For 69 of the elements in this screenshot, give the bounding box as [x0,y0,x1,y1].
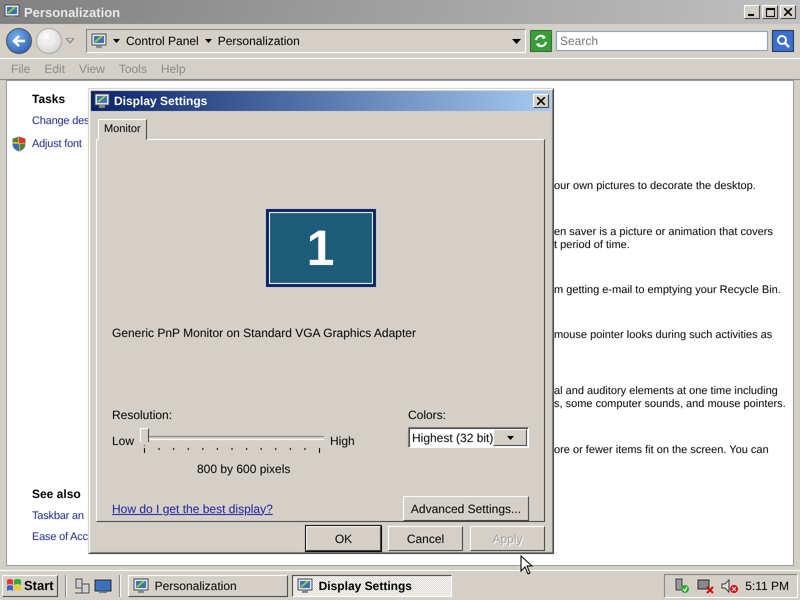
description-text: s, some computer sounds, and mouse pointers. [554,398,787,411]
maximize-icon [766,8,774,16]
desktop-icon[interactable] [94,578,112,594]
window-icon [4,4,20,20]
tab[interactable]: Monitor [98,119,147,140]
refresh-button[interactable] [530,30,552,52]
advanced-settings-button[interactable]: Advanced Settings... [402,496,529,521]
display-icon [94,93,110,109]
safely-remove-icon[interactable] [673,578,692,594]
high-label: High [330,434,355,448]
description-text: ore or fewer items fit on the screen. You can [554,444,770,457]
resolution-value: 800 by 600 pixels [197,462,292,476]
caret-icon[interactable] [113,39,120,43]
dialog-title: Display Settings [114,94,208,108]
description-text: t period of time. [554,239,631,252]
refresh-icon [534,34,548,48]
resolution-label: Resolution: [112,408,174,422]
search-icon [776,34,790,48]
window-title: Personalization [24,4,122,20]
dropdown-value: Highest (32 bit) [412,430,494,444]
dropdown-button[interactable] [493,429,527,446]
task-link[interactable]: Adjust font [32,138,82,150]
dropdown-arrow-icon [506,436,514,440]
search-button[interactable] [772,30,794,52]
close-button[interactable] [780,5,796,19]
dialog-button[interactable]: Cancel [388,526,463,551]
clock: 5:11 PM [745,578,789,592]
breadcrumb[interactable]: Control Panel [126,34,199,48]
see-also-link[interactable]: Taskbar an [32,510,89,522]
taskbar-button[interactable]: Personalization [128,574,288,596]
maximize-button[interactable] [762,5,778,19]
window-icon [132,578,149,594]
minimize-button[interactable] [744,5,760,19]
description-text: m getting e-mail to emptying your Recycle Bin. [554,284,782,297]
section-heading: See also [32,487,82,501]
network-drawing-icon[interactable] [74,578,90,594]
description-text: our own pictures to decorate the desktop. [554,180,757,193]
close-icon [537,97,545,105]
network-error-icon[interactable] [697,578,716,594]
description-text: al and auditory elements at one time including [554,385,779,398]
resolution-slider[interactable] [140,428,324,454]
help-link[interactable]: How do I get the best display? [112,502,273,516]
search-field[interactable]: Search [556,31,768,51]
breadcrumb[interactable]: Personalization [218,34,300,48]
adapter-label: Generic PnP Monitor on Standard VGA Graphics Adapter [112,326,417,340]
low-label: Low [112,434,134,448]
back-arrow-icon [12,35,26,47]
taskbar-button[interactable]: Display Settings [292,574,452,596]
control-panel-icon [91,33,107,49]
colors-label: Colors: [408,408,448,422]
see-also-link[interactable]: Ease of Acc [32,531,89,543]
back-button[interactable] [6,28,32,54]
close-icon [784,8,792,16]
caret-icon[interactable] [204,39,212,43]
forward-arrow-icon [42,35,56,47]
dropdown-arrow-icon[interactable] [512,38,521,44]
colors-dropdown[interactable]: Highest (32 bit) [408,427,529,448]
dialog-button[interactable]: OK [306,526,381,551]
monitor-number: 1 [268,212,372,284]
windows-logo-icon [6,578,22,594]
section-heading: Tasks [32,92,66,106]
slider-thumb[interactable] [140,428,150,446]
description-text: mouse pointer looks during such activities as [554,329,774,342]
start-button[interactable]: Start [2,574,58,596]
window-icon [296,578,313,594]
description-text: en saver is a picture or animation that covers [554,226,774,239]
address-bar[interactable]: Control Panel Personalization [86,29,526,53]
volume-muted-icon[interactable] [721,578,740,594]
close-button[interactable] [533,94,549,108]
